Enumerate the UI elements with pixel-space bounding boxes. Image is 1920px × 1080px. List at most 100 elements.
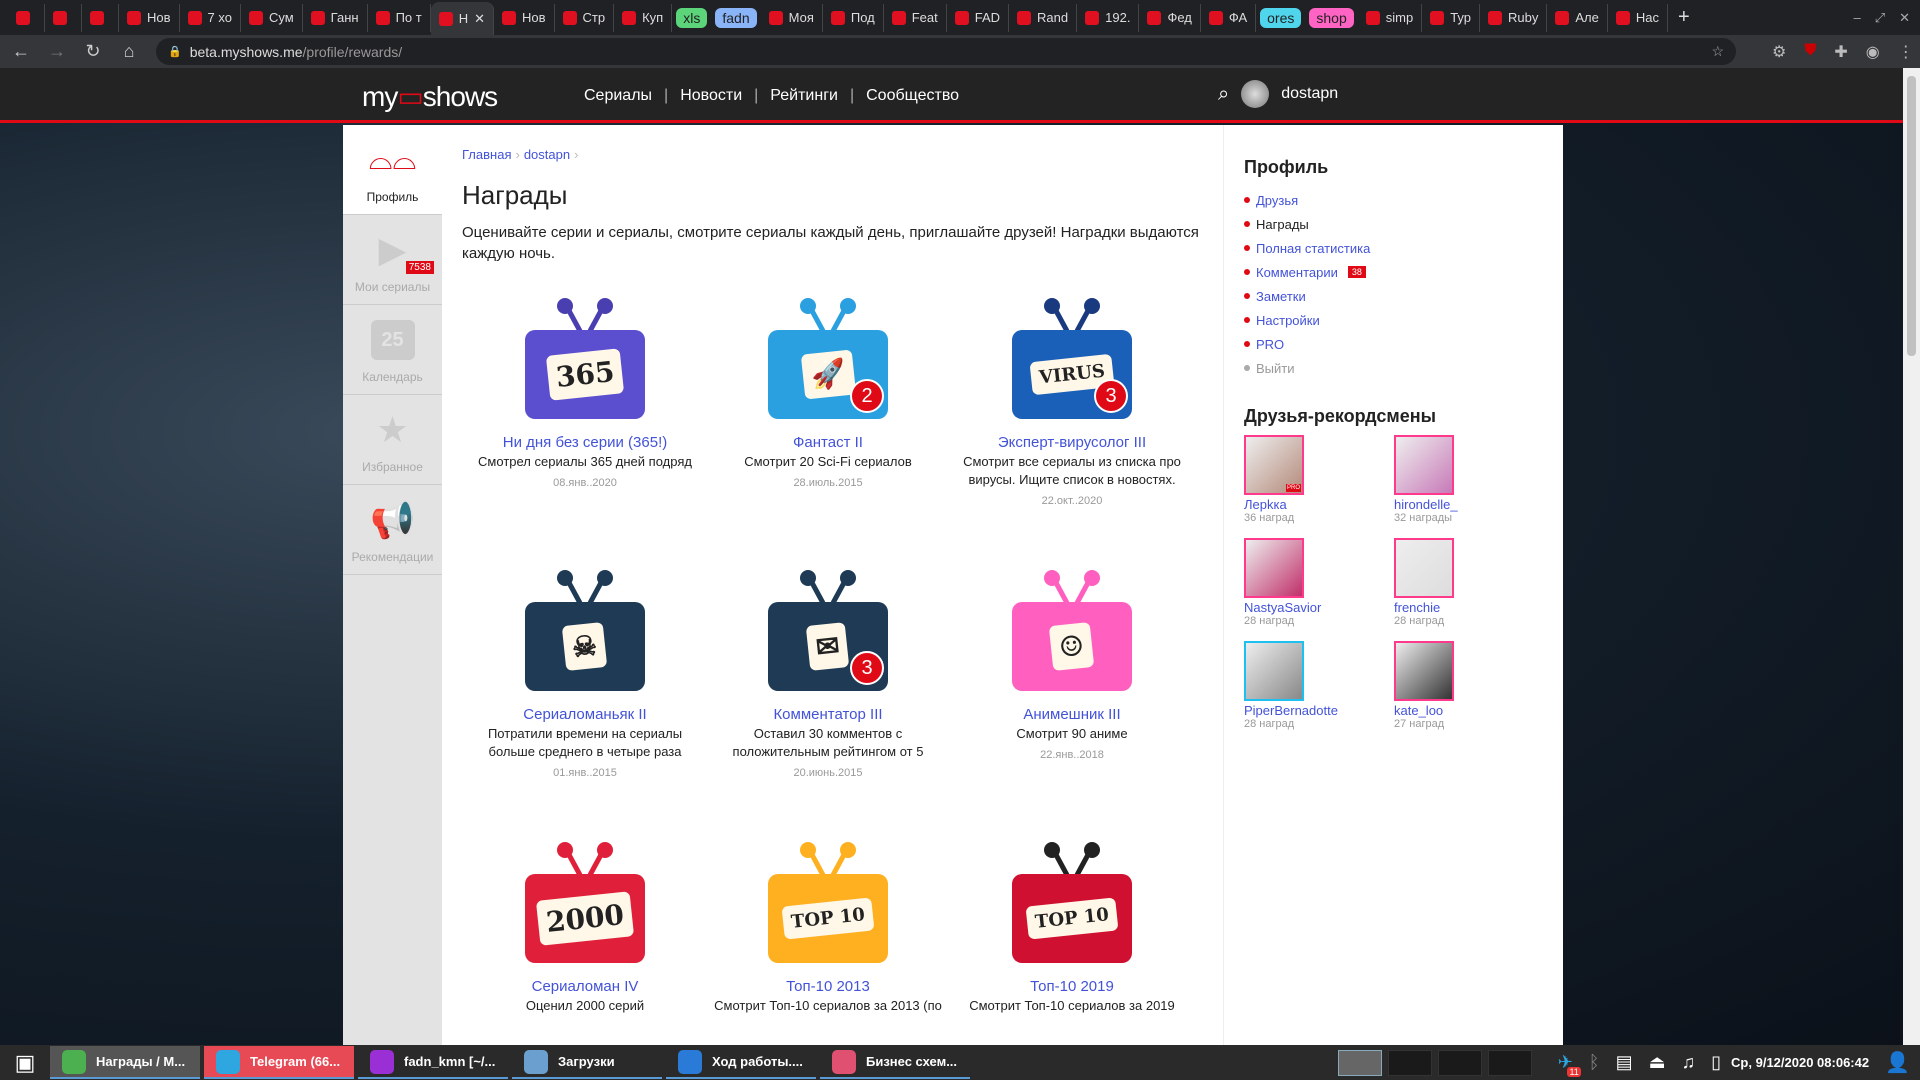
profile-link[interactable]: Выйти	[1244, 356, 1563, 380]
tab-group-ores[interactable]: ores	[1256, 4, 1305, 32]
user-menu[interactable]: ⌕ dostapn	[1218, 80, 1338, 108]
profile-link[interactable]: Комментарии 38	[1244, 260, 1563, 284]
avatar[interactable]	[1241, 80, 1270, 108]
user-icon[interactable]: 👤	[1885, 1050, 1910, 1075]
network-icon[interactable]: ⏏	[1649, 1052, 1666, 1073]
browser-tab[interactable]: Под	[823, 3, 884, 32]
taskbar-app[interactable]: Загрузки	[512, 1046, 662, 1079]
taskbar-app[interactable]: fadn_kmn [~/...	[358, 1046, 508, 1079]
myshows-logo[interactable]: my▭shows	[362, 80, 498, 113]
award-title[interactable]: Ни дня без серии (365!)	[465, 434, 705, 451]
browser-tab[interactable]: Нов	[494, 3, 555, 32]
browser-tab[interactable]	[8, 3, 45, 32]
tab-group-xls[interactable]: xls	[672, 4, 711, 32]
friend-name[interactable]: PiperBernadotte	[1244, 703, 1394, 718]
award-card[interactable]: TOP 10 Топ-10 2013 Смотрит Топ-10 сериалов…	[708, 841, 948, 1015]
friend-name[interactable]: kate_loo	[1394, 703, 1544, 718]
browser-tab[interactable]: Нас	[1608, 3, 1668, 32]
left-nav-item[interactable]: ★ Избранное	[343, 395, 442, 485]
close-window-icon[interactable]: ✕	[1899, 10, 1910, 26]
search-icon[interactable]: ⌕	[1218, 83, 1229, 106]
browser-tab[interactable]: Ганн	[303, 3, 368, 32]
telegram-tray-icon[interactable]: ✈ 11	[1558, 1052, 1581, 1077]
browser-tab[interactable]: Тур	[1422, 3, 1480, 32]
browser-tab[interactable]: Стр	[555, 3, 615, 32]
friend-avatar[interactable]	[1394, 435, 1454, 495]
browser-tab[interactable]: 192.	[1077, 3, 1140, 32]
sound-icon[interactable]: ♫	[1682, 1052, 1696, 1073]
award-card[interactable]: 2000 Сериаломан IV Оценил 2000 серий	[465, 841, 705, 1015]
back-icon[interactable]: ←	[12, 41, 30, 62]
friend-name[interactable]: Лерkка	[1244, 497, 1394, 512]
mint-menu-icon[interactable]: ▣	[0, 1050, 50, 1076]
award-card[interactable]: 365 Ни дня без серии (365!) Смотрел сериал…	[465, 297, 705, 489]
award-title[interactable]: Эксперт-вирусолог III	[952, 434, 1192, 451]
close-tab-icon[interactable]: ✕	[474, 11, 485, 27]
left-nav-item[interactable]: ⌓⌓ Профиль	[343, 125, 442, 215]
nav-link[interactable]: Рейтинги	[770, 87, 838, 105]
award-title[interactable]: Фантаст II	[708, 434, 948, 451]
browser-tab[interactable]: Моя	[761, 3, 823, 32]
username[interactable]: dostapn	[1281, 85, 1338, 103]
workspace-1[interactable]	[1337, 1049, 1382, 1076]
battery-icon[interactable]: ▯	[1711, 1052, 1721, 1073]
browser-tab[interactable]	[82, 3, 119, 32]
browser-tab[interactable]: Ruby	[1480, 3, 1548, 32]
award-title[interactable]: Топ-10 2013	[708, 978, 948, 995]
profile-link[interactable]: Заметки	[1244, 284, 1563, 308]
workspace-4[interactable]	[1487, 1049, 1532, 1076]
browser-tab[interactable]: FAD	[947, 3, 1010, 32]
friend-item[interactable]: frenchie 28 наград	[1394, 538, 1544, 627]
friend-avatar[interactable]	[1394, 538, 1454, 598]
friend-avatar[interactable]: PRO	[1244, 435, 1304, 495]
browser-tab[interactable]: Куп	[614, 3, 673, 32]
browser-tab[interactable]: Але	[1547, 3, 1608, 32]
friend-item[interactable]: PiperBernadotte 28 наград	[1244, 641, 1394, 730]
friend-avatar[interactable]	[1244, 641, 1304, 701]
left-nav-item[interactable]: 📢 Рекомендации	[343, 485, 442, 575]
forward-icon[interactable]: →	[48, 41, 66, 62]
taskbar-app[interactable]: Бизнес схем...	[820, 1046, 970, 1079]
friend-item[interactable]: hirondelle_ 32 награды	[1394, 435, 1544, 524]
friend-item[interactable]: PRO Лерkка 36 наград	[1244, 435, 1394, 524]
browser-tab[interactable]: Нов	[119, 3, 180, 32]
extensions-puzzle-icon[interactable]: ✚	[1834, 42, 1847, 62]
workspace-2[interactable]	[1387, 1049, 1432, 1076]
browser-tab[interactable]: Feat	[884, 3, 947, 32]
tab-group-shop[interactable]: shop	[1305, 4, 1357, 32]
menu-kebab-icon[interactable]: ⋮	[1898, 42, 1914, 62]
taskbar-app[interactable]: Награды / М...	[50, 1046, 200, 1079]
left-nav-item[interactable]: ▶ 7538 Мои сериалы	[343, 215, 442, 305]
taskbar-app[interactable]: Ход работы....	[666, 1046, 816, 1079]
browser-tab[interactable]: simp	[1358, 3, 1423, 32]
scrollbar-thumb[interactable]	[1907, 76, 1916, 356]
award-title[interactable]: Сериаломаньяк II	[465, 706, 705, 723]
browser-tab[interactable]	[45, 3, 82, 32]
friend-name[interactable]: NastyaSavior	[1244, 600, 1394, 615]
nav-link[interactable]: Сообщество	[866, 87, 959, 105]
friend-name[interactable]: frenchie	[1394, 600, 1544, 615]
award-card[interactable]: ✉ 3 Комментатор III Оставил 30 комментов с …	[708, 569, 948, 779]
browser-tab[interactable]: Rand	[1009, 3, 1078, 32]
bluetooth-icon[interactable]: ᛒ	[1589, 1052, 1600, 1073]
award-card[interactable]: 🚀 2 Фантаст II Смотрит 20 Sci-Fi сериалов 28…	[708, 297, 948, 489]
workspace-3[interactable]	[1437, 1049, 1482, 1076]
profile-link[interactable]: Друзья	[1244, 188, 1563, 212]
profile-link[interactable]: Полная статистика	[1244, 236, 1563, 260]
award-card[interactable]: ☺ Анимешник III Смотрит 90 аниме 22.янв..20…	[952, 569, 1192, 761]
browser-tab[interactable]: Сум	[241, 3, 303, 32]
friend-item[interactable]: NastyaSavior 28 наград	[1244, 538, 1394, 627]
taskbar-app[interactable]: Telegram (66...	[204, 1046, 354, 1079]
profile-link[interactable]: PRO	[1244, 332, 1563, 356]
award-card[interactable]: VIRUS 3 Эксперт-вирусолог III Смотрит все с…	[952, 297, 1192, 507]
browser-tab[interactable]: По т	[368, 3, 431, 32]
nav-link[interactable]: Новости	[680, 87, 742, 105]
friend-name[interactable]: hirondelle_	[1394, 497, 1544, 512]
tab-group-fadn[interactable]: fadn	[711, 4, 760, 32]
ublock-icon[interactable]: ⛊	[1804, 42, 1816, 62]
browser-tab[interactable]: 7 хо	[180, 3, 241, 32]
browser-tab[interactable]: ФА	[1201, 3, 1257, 32]
friend-item[interactable]: kate_loo 27 наград	[1394, 641, 1544, 730]
minimize-icon[interactable]: –	[1853, 10, 1860, 26]
breadcrumb-user[interactable]: dostapn	[524, 147, 570, 162]
